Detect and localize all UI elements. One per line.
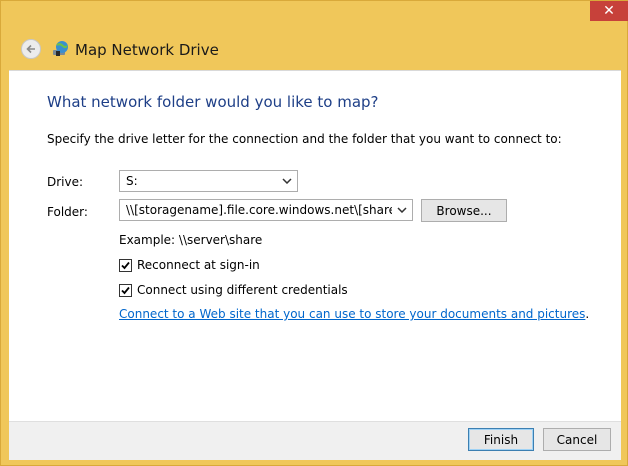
back-arrow-icon bbox=[26, 44, 35, 54]
checkmark-icon bbox=[121, 286, 130, 295]
credentials-label[interactable]: Connect using different credentials bbox=[137, 283, 348, 297]
network-drive-icon bbox=[53, 41, 68, 56]
instruction-text: Specify the drive letter for the connect… bbox=[47, 132, 562, 146]
reconnect-checkbox[interactable] bbox=[119, 259, 132, 272]
reconnect-label[interactable]: Reconnect at sign-in bbox=[137, 258, 260, 272]
page-heading: What network folder would you like to ma… bbox=[47, 93, 379, 111]
drive-value: S: bbox=[126, 174, 138, 188]
folder-label: Folder: bbox=[47, 205, 88, 219]
checkmark-icon bbox=[121, 261, 130, 270]
credentials-checkbox[interactable] bbox=[119, 284, 132, 297]
chevron-down-icon[interactable] bbox=[394, 202, 410, 218]
folder-combobox[interactable]: \\[storagename].file.core.windows.net\[s… bbox=[119, 199, 413, 221]
folder-value: \\[storagename].file.core.windows.net\[s… bbox=[126, 203, 392, 217]
title-bar[interactable]: ✕ bbox=[1, 1, 628, 31]
map-network-drive-window: ✕ Map Network Drive What network folder … bbox=[0, 0, 628, 466]
dialog-title: Map Network Drive bbox=[75, 41, 219, 59]
web-storage-link-row: Connect to a Web site that you can use t… bbox=[119, 307, 589, 321]
wizard-footer: Finish Cancel bbox=[9, 421, 621, 460]
browse-button[interactable]: Browse... bbox=[421, 199, 507, 222]
back-button[interactable] bbox=[21, 39, 41, 59]
cancel-button[interactable]: Cancel bbox=[543, 428, 611, 451]
close-button[interactable]: ✕ bbox=[590, 1, 628, 21]
drive-select[interactable]: S: bbox=[119, 170, 298, 192]
drive-label: Drive: bbox=[47, 175, 84, 189]
chevron-down-icon bbox=[279, 173, 295, 189]
link-suffix: . bbox=[585, 307, 590, 321]
finish-button[interactable]: Finish bbox=[468, 428, 534, 451]
wizard-header: Map Network Drive bbox=[9, 32, 621, 70]
web-storage-link[interactable]: Connect to a Web site that you can use t… bbox=[119, 307, 585, 321]
wizard-content: What network folder would you like to ma… bbox=[9, 70, 621, 422]
close-icon: ✕ bbox=[603, 3, 615, 19]
example-text: Example: \\server\share bbox=[119, 233, 263, 247]
